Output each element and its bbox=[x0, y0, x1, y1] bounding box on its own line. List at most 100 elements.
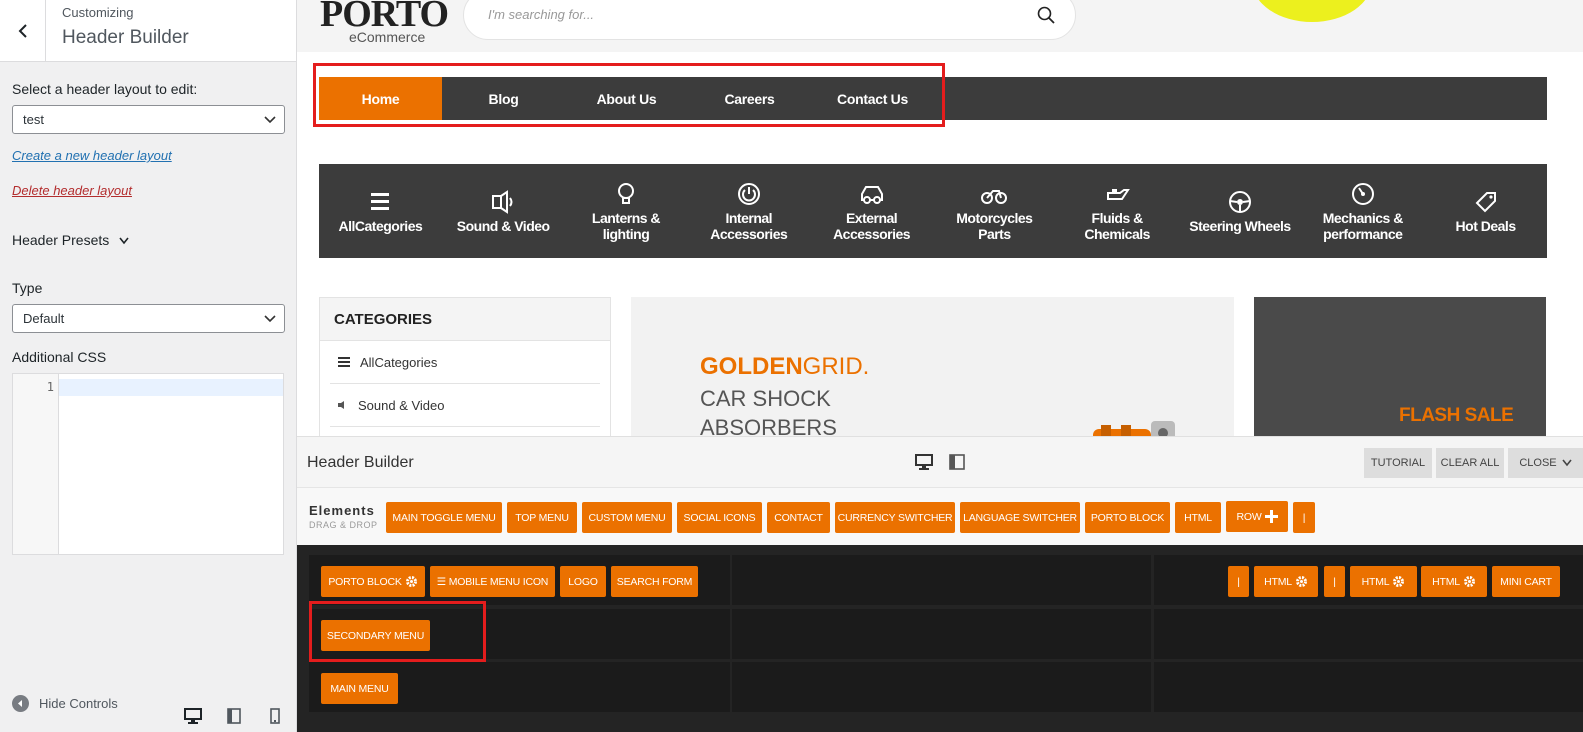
category-item[interactable]: Lanterns & lighting bbox=[565, 164, 688, 258]
power-icon bbox=[737, 182, 760, 205]
placed-divider[interactable]: | bbox=[1228, 566, 1249, 597]
promo-banner[interactable]: GOLDENGRID. CAR SHOCK ABSORBERS bbox=[631, 297, 1234, 436]
placed-secondary-menu[interactable]: SECONDARY MENU bbox=[321, 620, 430, 651]
header-presets-toggle[interactable]: Header Presets bbox=[12, 232, 129, 248]
customizer-panel: Customizing Header Builder Select a head… bbox=[0, 0, 297, 732]
desktop-preview-button[interactable] bbox=[183, 706, 203, 726]
element-contact[interactable]: CONTACT bbox=[767, 502, 830, 533]
gear-icon[interactable] bbox=[1463, 575, 1476, 588]
search-input[interactable]: I'm searching for... bbox=[488, 7, 594, 22]
grid-cell-bottom-center[interactable] bbox=[732, 662, 1151, 712]
chevron-down-icon bbox=[119, 237, 129, 245]
sidebar-item-label: AllCategories bbox=[360, 354, 438, 370]
category-item[interactable]: Hot Deals bbox=[1424, 164, 1547, 258]
placed-html-label: HTML bbox=[1264, 575, 1292, 588]
arrow-left-circle-icon bbox=[12, 695, 29, 712]
site-topbar: PORTO eCommerce I'm searching for... bbox=[297, 0, 1583, 52]
placed-mobile-menu-icon[interactable]: ☰ MOBILE MENU ICON bbox=[430, 566, 555, 597]
chevron-down-icon bbox=[1562, 459, 1572, 467]
category-label: External Accessories bbox=[833, 209, 911, 242]
create-layout-link[interactable]: Create a new header layout bbox=[12, 148, 172, 163]
flash-sale-banner[interactable]: FLASH SALE bbox=[1254, 297, 1546, 436]
gear-icon[interactable] bbox=[405, 575, 418, 588]
placed-divider[interactable]: | bbox=[1324, 566, 1345, 597]
additional-css-label: Additional CSS bbox=[12, 349, 107, 365]
element-row[interactable]: ROW bbox=[1226, 501, 1288, 532]
tutorial-button[interactable]: TUTORIAL bbox=[1364, 448, 1432, 478]
placed-html[interactable]: HTML bbox=[1350, 566, 1417, 597]
element-porto-block[interactable]: PORTO BLOCK bbox=[1085, 502, 1170, 533]
element-social-icons[interactable]: SOCIAL ICONS bbox=[677, 502, 762, 533]
hide-controls-button[interactable]: Hide Controls bbox=[12, 695, 118, 712]
category-label: Sound & Video bbox=[456, 217, 550, 234]
grid-cell-bottom-right[interactable] bbox=[1154, 662, 1583, 712]
placed-search-form[interactable]: SEARCH FORM bbox=[611, 566, 698, 597]
search-icon[interactable] bbox=[1037, 6, 1055, 24]
site-search[interactable]: I'm searching for... bbox=[463, 0, 1076, 40]
mobile-icon bbox=[270, 708, 280, 724]
type-select[interactable]: Default bbox=[12, 304, 285, 333]
decorative-shape bbox=[1252, 0, 1372, 22]
delete-layout-link[interactable]: Delete header layout bbox=[12, 183, 132, 198]
banner-brand: GOLDENGRID. bbox=[700, 353, 869, 381]
steering-wheel-icon bbox=[1228, 190, 1251, 213]
category-item[interactable]: Mechanics & performance bbox=[1301, 164, 1424, 258]
tablet-preview-button[interactable] bbox=[224, 706, 244, 726]
back-button[interactable] bbox=[0, 0, 46, 62]
placed-html-label: HTML bbox=[1432, 575, 1460, 588]
type-value: Default bbox=[23, 311, 65, 326]
placed-logo[interactable]: LOGO bbox=[560, 566, 606, 597]
nav-item-careers[interactable]: Careers bbox=[688, 77, 811, 120]
element-html[interactable]: HTML bbox=[1175, 502, 1221, 533]
category-item[interactable]: Fluids & Chemicals bbox=[1056, 164, 1179, 258]
close-button[interactable]: CLOSE bbox=[1508, 448, 1583, 478]
categories-sidebar-title: CATEGORIES bbox=[320, 298, 610, 341]
element-language-switcher[interactable]: LANGUAGE SWITCHER bbox=[960, 502, 1080, 533]
flash-sale-text: FLASH SALE bbox=[1399, 405, 1514, 426]
nav-item-home[interactable]: Home bbox=[319, 77, 442, 120]
placed-porto-block[interactable]: PORTO BLOCK bbox=[321, 566, 425, 597]
category-item[interactable]: Motorcycles Parts bbox=[933, 164, 1056, 258]
placed-html[interactable]: HTML bbox=[1421, 566, 1487, 597]
nav-item-blog[interactable]: Blog bbox=[442, 77, 565, 120]
element-row-label: ROW bbox=[1236, 510, 1262, 523]
placed-html[interactable]: HTML bbox=[1254, 566, 1318, 597]
grid-cell-top-center[interactable] bbox=[732, 555, 1151, 605]
css-editor[interactable]: 1 bbox=[12, 373, 284, 555]
category-item[interactable]: Steering Wheels bbox=[1179, 164, 1302, 258]
element-divider[interactable]: | bbox=[1293, 502, 1315, 533]
header-layout-select[interactable]: test bbox=[12, 105, 285, 134]
sidebar-item-sound-video[interactable]: Sound & Video bbox=[330, 384, 600, 427]
gear-icon[interactable] bbox=[1392, 575, 1405, 588]
category-label: Fluids & Chemicals bbox=[1084, 209, 1150, 242]
mobile-preview-button[interactable] bbox=[265, 706, 285, 726]
nav-item-contact[interactable]: Contact Us bbox=[811, 77, 934, 120]
element-main-toggle-menu[interactable]: MAIN TOGGLE MENU bbox=[386, 502, 502, 533]
clear-all-button[interactable]: CLEAR ALL bbox=[1436, 448, 1504, 478]
desktop-icon[interactable] bbox=[915, 453, 933, 471]
oil-can-icon bbox=[1107, 188, 1131, 200]
element-currency-switcher[interactable]: CURRENCY SWITCHER bbox=[835, 502, 955, 533]
category-item[interactable]: Internal Accessories bbox=[687, 164, 810, 258]
category-label: Internal Accessories bbox=[710, 209, 788, 242]
banner-brand-bold: GOLDEN bbox=[700, 353, 803, 380]
grid-cell-middle-center[interactable] bbox=[732, 609, 1151, 659]
category-item[interactable]: Sound & Video bbox=[442, 164, 565, 258]
category-item[interactable]: External Accessories bbox=[810, 164, 933, 258]
tablet-icon bbox=[227, 708, 241, 724]
sidebar-item-allcategories[interactable]: AllCategories bbox=[330, 341, 600, 384]
grid-cell-middle-right[interactable] bbox=[1154, 609, 1583, 659]
chevron-left-icon bbox=[18, 24, 27, 38]
category-bar: AllCategories Sound & Video Lanterns & l… bbox=[319, 164, 1547, 258]
nav-item-about[interactable]: About Us bbox=[565, 77, 688, 120]
menu-icon bbox=[338, 357, 350, 367]
element-top-menu[interactable]: TOP MENU bbox=[507, 502, 577, 533]
placed-mini-cart[interactable]: MINI CART bbox=[1492, 566, 1560, 597]
element-custom-menu[interactable]: CUSTOM MENU bbox=[582, 502, 672, 533]
line-number: 1 bbox=[13, 374, 59, 554]
gear-icon[interactable] bbox=[1295, 575, 1308, 588]
category-item[interactable]: AllCategories bbox=[319, 164, 442, 258]
tablet-icon[interactable] bbox=[948, 453, 966, 471]
placed-main-menu[interactable]: MAIN MENU bbox=[321, 673, 398, 704]
gauge-icon bbox=[1351, 182, 1374, 205]
